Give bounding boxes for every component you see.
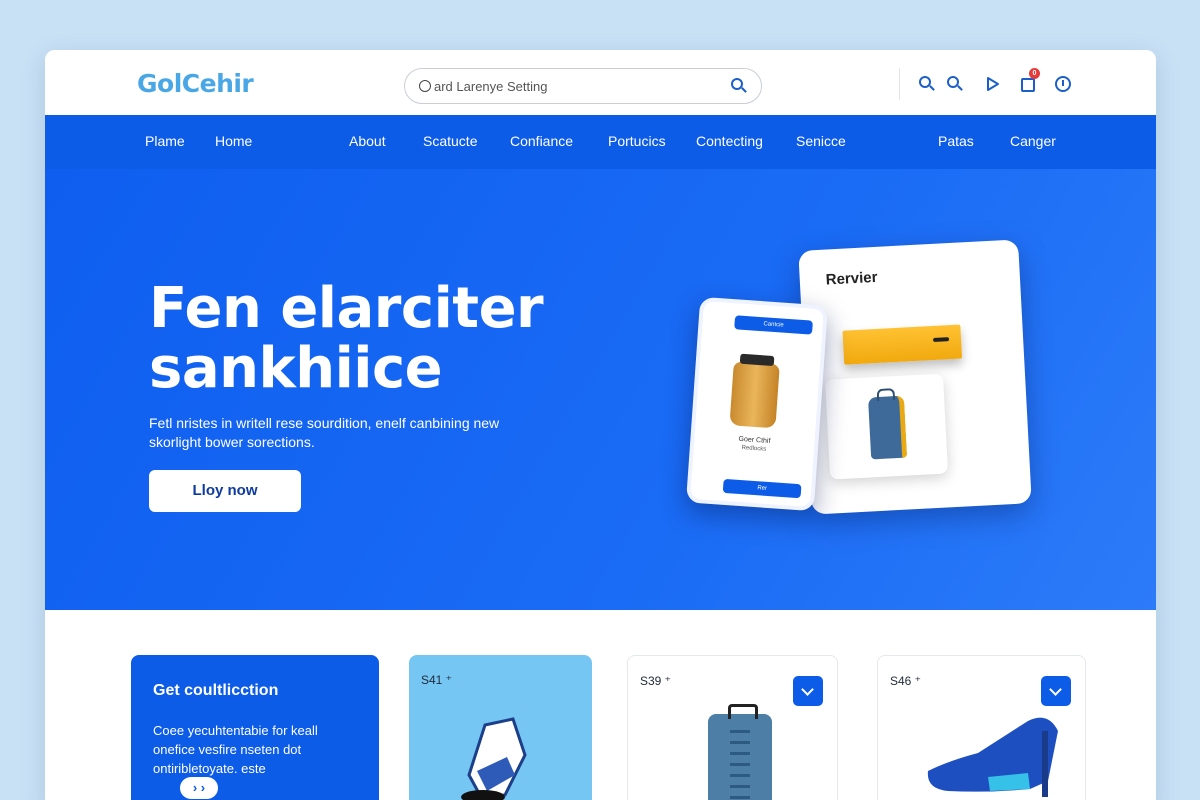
history-icon-button[interactable] xyxy=(1053,74,1073,94)
nav-item-senicce[interactable]: Senicce xyxy=(796,133,846,149)
header-divider xyxy=(899,68,900,100)
product-price: S39 ⁺ xyxy=(640,674,672,688)
search-icon-button[interactable] xyxy=(917,74,937,94)
zoom-icon-button[interactable] xyxy=(945,74,965,94)
top-header: GolCehir ard Larenye Setting 0 xyxy=(45,50,1156,115)
promo-text: Coee yecuhtentabie for keall onefice ves… xyxy=(153,723,318,776)
shop-now-button[interactable]: Lloy now xyxy=(149,470,301,512)
jar-image xyxy=(729,361,780,429)
play-icon xyxy=(987,77,999,91)
nav-item-confiance[interactable]: Confiance xyxy=(510,133,573,149)
sneaker-image xyxy=(461,717,527,800)
nav-item-about[interactable]: About xyxy=(349,133,386,149)
product-price: S46 ⁺ xyxy=(890,674,922,688)
hero-title-line-1: Fen elarciter xyxy=(149,276,544,341)
hero-preview-card: Rervier xyxy=(798,239,1032,515)
search-input[interactable]: ard Larenye Setting xyxy=(434,79,729,94)
nav-item-plame[interactable]: Plame xyxy=(145,133,185,149)
nav-item-contecting[interactable]: Contecting xyxy=(696,133,763,149)
browser-window: GolCehir ard Larenye Setting 0 Plame Hom… xyxy=(45,50,1156,800)
search-icon xyxy=(919,76,931,88)
hero-subtitle: Fetl nristes in writell rese sourdition,… xyxy=(149,415,500,450)
cart-icon-button[interactable]: 0 xyxy=(1018,68,1040,94)
gold-box-image xyxy=(842,324,963,365)
cart-badge: 0 xyxy=(1029,68,1040,79)
nav-item-home[interactable]: Home xyxy=(215,133,252,149)
search-icon xyxy=(731,78,743,90)
nav-item-scatucte[interactable]: Scatucte xyxy=(423,133,477,149)
backpack-image xyxy=(868,395,908,460)
product-card-suitcase[interactable]: S39 ⁺ xyxy=(627,655,838,800)
product-card-sneaker[interactable]: S41 ⁺ xyxy=(409,655,592,800)
products-section: Get coultlicction Coee yecuhtentabie for… xyxy=(45,610,1156,800)
chevron-down-icon[interactable] xyxy=(793,676,823,706)
search-icon xyxy=(947,76,959,88)
promo-next-button[interactable]: › › xyxy=(180,777,218,799)
hero-section: Fen elarciter sankhiice Fetl nristes in … xyxy=(45,169,1156,610)
cart-icon xyxy=(1021,78,1035,92)
nav-item-portucics[interactable]: Portucics xyxy=(608,133,666,149)
site-logo[interactable]: GolCehir xyxy=(137,69,254,98)
backpack-card[interactable] xyxy=(825,373,949,480)
hero-title-line-2: sankhiice xyxy=(149,336,443,401)
product-price: S41 ⁺ xyxy=(421,673,453,687)
search-button[interactable] xyxy=(729,76,749,96)
main-nav: Plame Home About Scatucte Confiance Port… xyxy=(45,115,1156,169)
search-bar[interactable]: ard Larenye Setting xyxy=(404,68,762,104)
nav-item-canger[interactable]: Canger xyxy=(1010,133,1056,149)
hero-title: Fen elarciter sankhiice xyxy=(149,276,544,401)
phone-button[interactable]: Rer xyxy=(722,478,802,499)
suitcase-image xyxy=(708,704,772,800)
preview-card-title: Rervier xyxy=(825,268,878,289)
phone-mockup: Cantcie Goer Cthif Redlocks Rer xyxy=(685,296,829,512)
clock-icon xyxy=(1055,76,1071,92)
play-icon-button[interactable] xyxy=(983,74,1003,94)
product-card-heels[interactable]: S46 ⁺ xyxy=(877,655,1086,800)
promo-card[interactable]: Get coultlicction Coee yecuhtentabie for… xyxy=(131,655,379,800)
phone-top-bar: Cantcie xyxy=(734,315,813,335)
promo-title: Get coultlicction xyxy=(153,682,279,699)
heel-shoe-image xyxy=(927,717,1058,797)
search-lead-icon xyxy=(419,80,431,92)
nav-item-patas[interactable]: Patas xyxy=(938,133,974,149)
